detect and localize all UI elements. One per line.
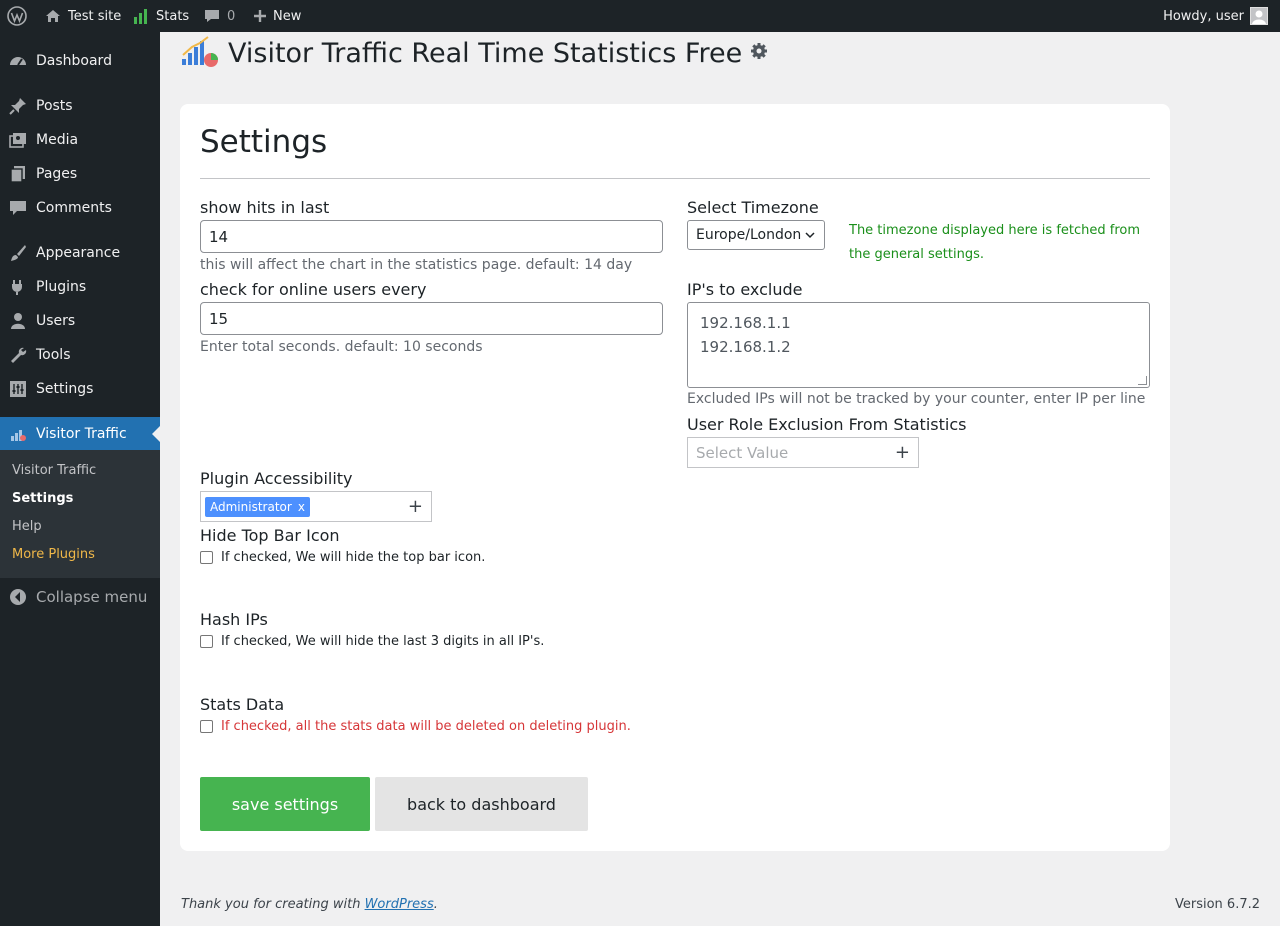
footer-version: Version 6.7.2 <box>1174 897 1260 912</box>
role-exclusion-select[interactable]: Select Value + <box>687 437 919 468</box>
administrator-tag: Administrator x <box>205 496 310 517</box>
sidebar-item-tools[interactable]: Tools <box>0 338 160 372</box>
comments-link[interactable]: 0 <box>203 0 235 32</box>
stats-link[interactable]: Stats <box>132 0 189 32</box>
admin-bar: Test site Stats 0 New Howdy, user <box>0 0 1280 32</box>
wrench-icon <box>0 345 36 365</box>
plus-icon[interactable]: + <box>408 498 423 516</box>
sidebar-item-settings[interactable]: Settings <box>0 372 160 406</box>
hash-label: Hash IPs <box>200 610 268 629</box>
back-to-dashboard-button[interactable]: back to dashboard <box>375 777 588 831</box>
resize-handle[interactable] <box>1138 376 1147 385</box>
new-content-link[interactable]: New <box>253 0 301 32</box>
hits-label: show hits in last <box>200 198 330 217</box>
collapse-menu-button[interactable]: Collapse menu <box>0 580 160 614</box>
gear-icon[interactable] <box>750 42 768 64</box>
settings-card: Settings show hits in last 14 this will … <box>180 104 1170 851</box>
user-icon <box>0 311 36 331</box>
submenu-visitor-traffic[interactable]: Visitor Traffic <box>12 463 96 478</box>
comment-icon <box>205 10 219 22</box>
ip-exclude-help: Excluded IPs will not be tracked by your… <box>687 391 1146 407</box>
new-label: New <box>273 8 302 24</box>
submenu-settings[interactable]: Settings <box>12 491 73 506</box>
sidebar-item-pages[interactable]: Pages <box>0 157 160 191</box>
settings-heading: Settings <box>200 124 328 160</box>
timezone-select[interactable]: Europe/London <box>687 220 825 250</box>
plug-icon <box>0 277 36 297</box>
online-help: Enter total seconds. default: 10 seconds <box>200 339 483 355</box>
brush-icon <box>0 243 36 263</box>
sidebar-item-dashboard[interactable]: Dashboard <box>0 44 160 78</box>
pin-icon <box>0 96 36 116</box>
bar-chart-icon <box>134 9 147 24</box>
sidebar-item-visitor-traffic[interactable]: Visitor Traffic <box>0 417 160 451</box>
ip-exclude-textarea[interactable]: 192.168.1.1 192.168.1.2 <box>687 302 1150 388</box>
access-select[interactable]: Administrator x + <box>200 491 432 522</box>
plus-icon <box>254 10 266 22</box>
home-icon <box>46 10 60 22</box>
submenu-help[interactable]: Help <box>12 519 42 534</box>
settings-icon <box>0 379 36 399</box>
hits-help: this will affect the chart in the statis… <box>200 257 633 273</box>
ip-exclude-label: IP's to exclude <box>687 280 803 299</box>
sidebar-item-comments[interactable]: Comments <box>0 191 160 225</box>
online-label: check for online users every <box>200 280 427 299</box>
media-icon <box>0 130 36 150</box>
plus-icon[interactable]: + <box>895 444 910 462</box>
comment-icon <box>0 198 36 218</box>
chart-icon <box>0 424 36 444</box>
role-placeholder: Select Value <box>696 443 789 462</box>
delete-stats-checkbox[interactable] <box>200 720 213 733</box>
timezone-label: Select Timezone <box>687 198 819 217</box>
divider <box>200 178 1150 179</box>
save-settings-button[interactable]: save settings <box>200 777 370 831</box>
collapse-arrow-icon <box>0 588 36 606</box>
topbar-row: If checked, We will hide the top bar ico… <box>200 550 485 565</box>
howdy-text: Howdy, user <box>1163 8 1244 24</box>
page-title: Visitor Traffic Real Time Statistics Fre… <box>228 37 743 69</box>
timezone-value: Europe/London <box>696 227 802 243</box>
avatar <box>1250 7 1268 25</box>
remove-tag-icon[interactable]: x <box>298 500 305 514</box>
dashboard-icon <box>0 51 36 71</box>
stats-label: Stats <box>156 8 190 24</box>
role-exclusion-label: User Role Exclusion From Statistics <box>687 415 967 434</box>
chevron-down-icon <box>805 232 815 239</box>
stats-data-row: If checked, all the stats data will be d… <box>200 719 631 734</box>
plugin-logo-icon <box>180 33 220 73</box>
sidebar-item-users[interactable]: Users <box>0 304 160 338</box>
sidebar-item-posts[interactable]: Posts <box>0 89 160 123</box>
online-interval-input[interactable]: 15 <box>200 302 663 335</box>
comments-count: 0 <box>227 8 236 24</box>
submenu: Visitor Traffic Settings Help More Plugi… <box>0 450 160 578</box>
hash-ips-checkbox[interactable] <box>200 635 213 648</box>
hide-topbar-checkbox[interactable] <box>200 551 213 564</box>
hits-input[interactable]: 14 <box>200 220 663 253</box>
sidebar-item-plugins[interactable]: Plugins <box>0 270 160 304</box>
access-label: Plugin Accessibility <box>200 469 353 488</box>
submenu-more-plugins[interactable]: More Plugins <box>12 547 95 562</box>
timezone-note: The timezone displayed here is fetched f… <box>849 223 1141 262</box>
footer-thanks: Thank you for creating with WordPress. <box>181 897 438 912</box>
sidebar-item-media[interactable]: Media <box>0 123 160 157</box>
wordpress-logo-icon[interactable] <box>7 0 27 32</box>
site-name: Test site <box>68 8 122 24</box>
hash-row: If checked, We will hide the last 3 digi… <box>200 634 544 649</box>
user-account-menu[interactable]: Howdy, user <box>1163 0 1268 32</box>
sidebar-item-appearance[interactable]: Appearance <box>0 236 160 270</box>
stats-data-label: Stats Data <box>200 695 285 714</box>
site-name-link[interactable]: Test site <box>44 0 121 32</box>
wordpress-link[interactable]: WordPress <box>365 897 434 912</box>
topbar-label: Hide Top Bar Icon <box>200 526 340 545</box>
page-header: Visitor Traffic Real Time Statistics Fre… <box>180 32 768 74</box>
pages-icon <box>0 164 36 184</box>
